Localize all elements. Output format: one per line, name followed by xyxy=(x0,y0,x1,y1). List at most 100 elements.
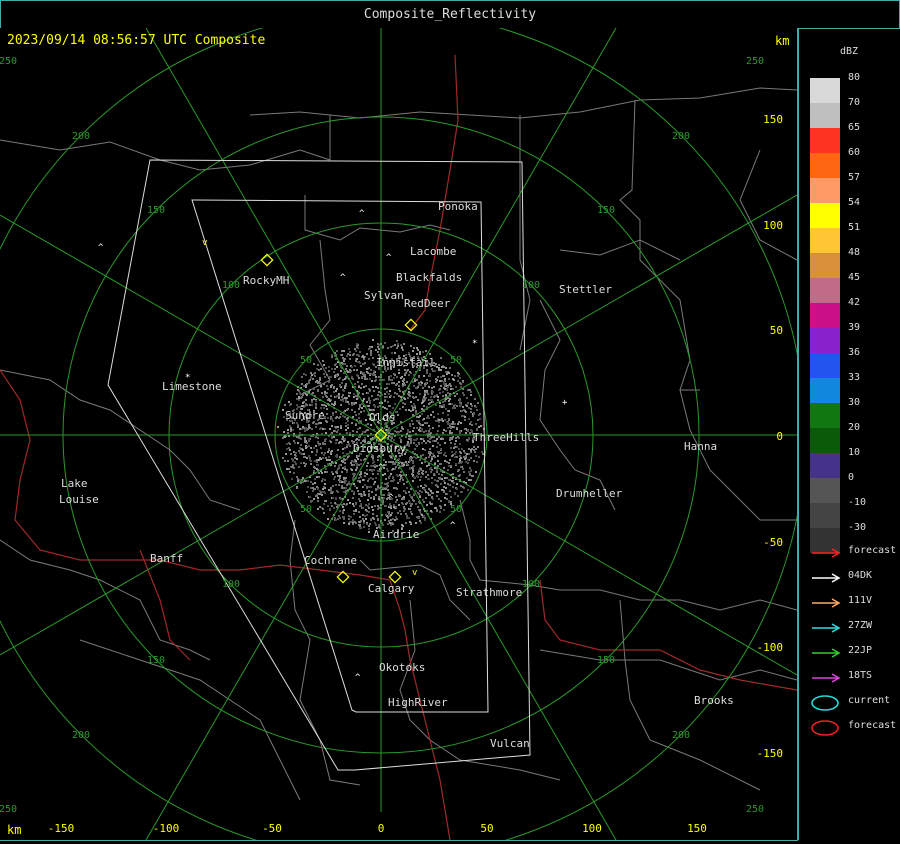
dbz-swatch-label: 36 xyxy=(848,347,861,358)
track-legend-item: forecast xyxy=(810,543,898,563)
dbz-swatch-label: 70 xyxy=(848,97,861,108)
svg-text:100: 100 xyxy=(522,280,540,291)
svg-text:200: 200 xyxy=(72,131,90,142)
svg-text:150: 150 xyxy=(687,822,707,835)
svg-text:-100: -100 xyxy=(153,822,180,835)
svg-text:-100: -100 xyxy=(757,641,784,654)
dbz-swatch-label: 30 xyxy=(848,397,861,408)
window-title: Composite_Reflectivity xyxy=(363,7,537,22)
track-legend-label: 111V xyxy=(848,595,873,606)
svg-text:-50: -50 xyxy=(763,536,783,549)
dbz-swatch-label: 65 xyxy=(848,122,861,133)
town-label: Sundre xyxy=(285,409,325,422)
svg-text:*: * xyxy=(472,339,477,349)
svg-text:^: ^ xyxy=(378,463,384,473)
arrow-icon xyxy=(812,598,841,608)
svg-text:150: 150 xyxy=(597,655,615,666)
track-legend-label: 22JP xyxy=(848,645,873,656)
dbz-swatch xyxy=(810,128,840,153)
svg-text:250: 250 xyxy=(0,56,17,67)
town-label: Cochrane xyxy=(304,554,357,567)
dbz-swatch xyxy=(810,203,840,228)
svg-text:100: 100 xyxy=(582,822,602,835)
town-label: Innisfail xyxy=(376,356,436,369)
radar-viewport[interactable]: -150 -100 -50 0 50 100 150 150 100 50 0 … xyxy=(0,10,806,844)
dbz-swatch-label: 20 xyxy=(848,422,861,433)
town-label: Calgary xyxy=(368,582,415,595)
track-legend-item: 111V xyxy=(810,593,898,613)
svg-text:200: 200 xyxy=(72,730,90,741)
dbz-swatch xyxy=(810,253,840,278)
svg-text:-150: -150 xyxy=(48,822,75,835)
svg-text:v: v xyxy=(412,568,417,578)
dbz-swatch xyxy=(810,153,840,178)
dbz-swatch-label: 45 xyxy=(848,272,861,283)
track-legend-item: 22JP xyxy=(810,643,898,663)
svg-text:^: ^ xyxy=(386,253,392,263)
ellipse-icon xyxy=(811,720,839,736)
svg-text:250: 250 xyxy=(746,56,764,67)
dbz-swatch xyxy=(810,378,840,403)
track-legend-item: 27ZW xyxy=(810,618,898,638)
dbz-swatch-label: 80 xyxy=(848,72,861,83)
svg-text:+: + xyxy=(562,398,568,408)
arrow-icon xyxy=(812,573,841,583)
arrow-icon xyxy=(812,623,841,633)
dbz-swatch-label: 10 xyxy=(848,447,861,458)
dbz-swatch-label: 54 xyxy=(848,197,861,208)
dbz-swatch-label: 48 xyxy=(848,247,861,258)
town-label: Blackfalds xyxy=(396,271,462,284)
radar-map[interactable]: -150 -100 -50 0 50 100 150 150 100 50 0 … xyxy=(0,10,806,844)
town-label: RockyMH xyxy=(243,274,289,287)
svg-text:50: 50 xyxy=(770,324,783,337)
svg-text:100: 100 xyxy=(222,579,240,590)
town-label: Stettler xyxy=(559,283,612,296)
svg-text:-50: -50 xyxy=(262,822,282,835)
km-label-top: km xyxy=(775,34,790,48)
svg-text:^: ^ xyxy=(388,493,394,503)
town-label: Limestone xyxy=(162,380,222,393)
svg-text:v: v xyxy=(202,238,207,248)
dbz-swatch-label: 51 xyxy=(848,222,861,233)
svg-text:*: * xyxy=(185,373,190,383)
svg-text:200: 200 xyxy=(672,730,690,741)
town-label: ThreeHills xyxy=(473,431,539,444)
track-legend-label: forecast xyxy=(848,545,897,556)
svg-text:50: 50 xyxy=(450,355,462,366)
svg-text:100: 100 xyxy=(522,579,540,590)
dbz-swatch xyxy=(810,503,840,528)
town-label: Airdrie xyxy=(373,528,419,541)
dbz-swatch-label: 57 xyxy=(848,172,861,183)
track-legend-label: 27ZW xyxy=(848,620,873,631)
town-label: Ponoka xyxy=(438,200,478,213)
svg-text:200: 200 xyxy=(672,131,690,142)
dbz-swatch xyxy=(810,453,840,478)
town-label: Okotoks xyxy=(379,661,425,674)
town-label: Louise xyxy=(59,493,99,506)
svg-text:0: 0 xyxy=(776,430,783,443)
dbz-swatch xyxy=(810,278,840,303)
svg-text:250: 250 xyxy=(746,804,764,815)
town-label: Sylvan xyxy=(364,289,404,302)
svg-text:150: 150 xyxy=(147,655,165,666)
town-label: RedDeer xyxy=(404,297,451,310)
svg-text:^: ^ xyxy=(355,673,361,683)
dbz-swatch xyxy=(810,478,840,503)
dbz-swatch xyxy=(810,103,840,128)
dbz-swatch xyxy=(810,228,840,253)
svg-text:100: 100 xyxy=(222,280,240,291)
svg-text:^: ^ xyxy=(359,209,365,219)
track-legend-label: 18TS xyxy=(848,670,873,681)
arrow-icon xyxy=(812,548,841,558)
svg-text:^: ^ xyxy=(98,243,104,253)
dbz-swatch-label: -10 xyxy=(848,497,867,508)
town-label: Vulcan xyxy=(490,737,530,750)
track-legend-label: current xyxy=(848,695,891,706)
svg-text:50: 50 xyxy=(450,504,462,515)
km-label-bottom: km xyxy=(7,823,22,837)
dbz-swatch xyxy=(810,178,840,203)
track-legend-item: current xyxy=(810,693,898,713)
window-title-bar: Composite_Reflectivity xyxy=(0,0,900,29)
town-label: Brooks xyxy=(694,694,734,707)
dbz-swatch-label: 39 xyxy=(848,322,861,333)
